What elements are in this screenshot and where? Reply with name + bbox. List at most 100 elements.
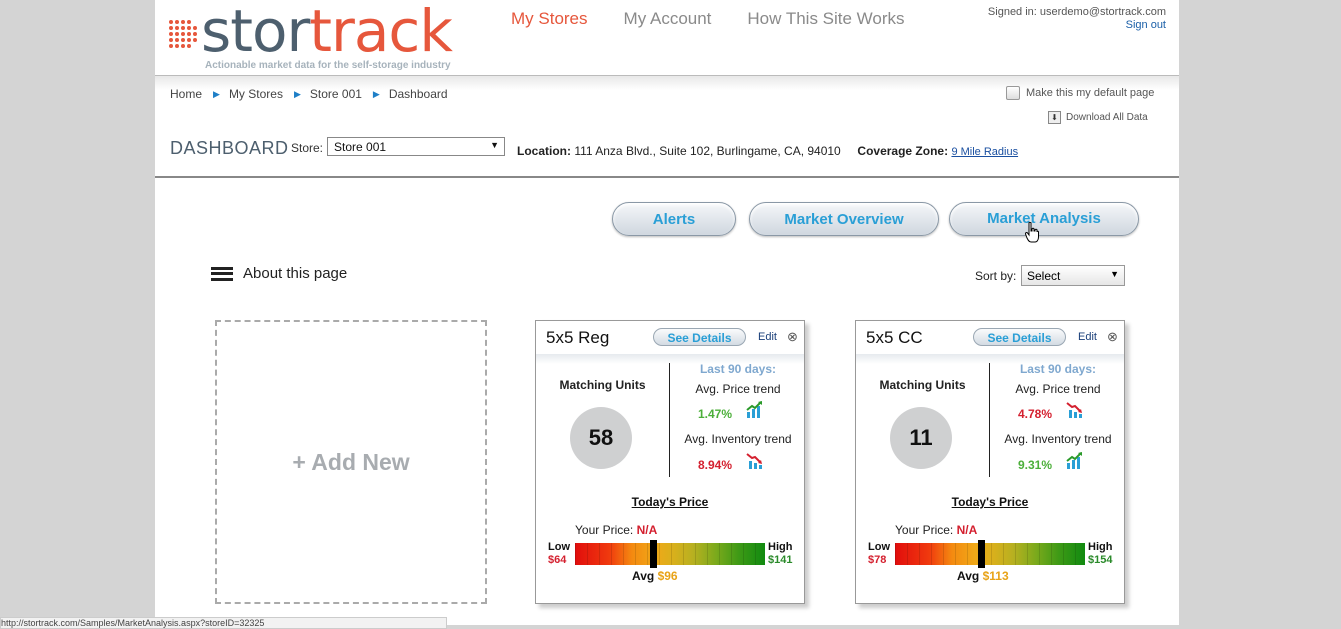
coverage-link[interactable]: 9 Mile Radius: [951, 146, 1018, 158]
avg-label: Avg: [957, 569, 980, 583]
page: stortrack Actionable market data for the…: [155, 0, 1179, 625]
status-bar-url: http://stortrack.com/Samples/MarketAnaly…: [0, 617, 447, 629]
price-trend-label: Avg. Price trend: [1015, 382, 1101, 396]
avg-price: Avg $113: [957, 569, 1009, 583]
last-90-days-label: Last 90 days:: [699, 362, 777, 376]
last-90-days-label: Last 90 days:: [1019, 362, 1097, 376]
price-range-bar: [895, 543, 1085, 565]
unit-card: 5x5 Reg See Details Edit ⊗ Matching Unit…: [535, 320, 805, 604]
tab-market-overview[interactable]: Market Overview: [749, 202, 939, 236]
store-select[interactable]: Store 001 ▼: [327, 137, 505, 156]
card-title: 5x5 Reg: [546, 328, 610, 347]
todays-price-label: Today's Price: [951, 495, 1029, 509]
breadcrumb-home[interactable]: Home: [170, 87, 202, 101]
download-all-data[interactable]: ⬇ Download All Data: [1048, 111, 1148, 124]
trend-up-icon: [746, 401, 762, 418]
your-price-value: N/A: [956, 523, 978, 537]
nav-my-stores[interactable]: My Stores: [511, 9, 588, 29]
logo-part2: track: [309, 0, 453, 65]
default-page-label: Make this my default page: [1026, 87, 1155, 99]
high-price: High $154: [1088, 541, 1112, 567]
download-label: Download All Data: [1066, 112, 1148, 123]
coverage-label: Coverage Zone:: [857, 144, 949, 158]
inventory-trend-label: Avg. Inventory trend: [684, 432, 792, 446]
about-this-page[interactable]: About this page: [211, 265, 347, 282]
menu-icon: [211, 266, 233, 281]
price-trend-value: 1.47%: [698, 407, 733, 421]
edit-link[interactable]: Edit: [758, 331, 777, 343]
store-label: Store:: [291, 141, 324, 155]
breadcrumb-dashboard: Dashboard: [388, 87, 448, 101]
hand-cursor-icon: [1025, 222, 1039, 243]
location-label: Location:: [517, 144, 571, 158]
sort-label: Sort by:: [975, 269, 1017, 283]
unit-card: 5x5 CC See Details Edit ⊗ Matching Units…: [855, 320, 1125, 604]
avg-label: Avg: [632, 569, 655, 583]
trend-down-icon: [746, 453, 762, 469]
matching-units-count: 11: [890, 407, 952, 469]
download-icon: ⬇: [1048, 111, 1061, 124]
low-price: Low $78: [868, 541, 890, 567]
matching-units-label: Matching Units: [559, 378, 646, 392]
card-header: 5x5 CC See Details Edit ⊗: [856, 321, 1124, 353]
your-price-label: Your Price:: [895, 523, 954, 537]
nav-how-this-site-works[interactable]: How This Site Works: [747, 9, 904, 29]
inventory-trend-value: 9.31%: [1018, 458, 1053, 472]
your-price-value: N/A: [636, 523, 658, 537]
matching-units-count: 58: [570, 407, 632, 469]
breadcrumb-arrow-icon: ▶: [293, 88, 301, 99]
breadcrumb-store[interactable]: Store 001: [310, 87, 362, 101]
avg-price: Avg $96: [632, 569, 678, 583]
default-page-checkbox[interactable]: [1006, 86, 1020, 100]
breadcrumb: Home ▶ My Stores ▶ Store 001 ▶ Dashboard: [170, 87, 448, 101]
low-label: Low: [548, 541, 570, 553]
price-trend-value: 4.78%: [1018, 407, 1053, 421]
about-label: About this page: [243, 265, 348, 282]
todays-price-label: Today's Price: [631, 495, 709, 509]
default-page-option: Make this my default page: [1006, 86, 1154, 100]
close-icon[interactable]: ⊗: [1107, 329, 1118, 345]
breadcrumb-arrow-icon: ▶: [372, 88, 380, 99]
signed-in-user: Signed in: userdemo@stortrack.com: [987, 6, 1166, 18]
tab-market-analysis[interactable]: Market Analysis: [949, 202, 1139, 236]
logo-part1: stor: [201, 0, 310, 65]
your-price: Your Price: N/A: [895, 523, 977, 537]
card-title: 5x5 CC: [866, 328, 923, 347]
high-value: $141: [768, 554, 793, 566]
price-marker: [978, 540, 985, 568]
sort-select-value: Select: [1027, 269, 1061, 283]
price-trend-label: Avg. Price trend: [695, 382, 781, 396]
low-price: Low $64: [548, 541, 570, 567]
logo-tagline: Actionable market data for the self-stor…: [205, 60, 451, 71]
tab-alerts[interactable]: Alerts: [612, 202, 736, 236]
dropdown-arrow-icon: ▼: [490, 140, 499, 150]
store-select-value: Store 001: [334, 140, 387, 154]
close-icon[interactable]: ⊗: [787, 329, 798, 345]
high-label: High: [1088, 541, 1113, 553]
low-value: $78: [868, 554, 887, 566]
low-value: $64: [548, 554, 567, 566]
main-nav: My Stores My Account How This Site Works: [511, 9, 905, 29]
see-details-button[interactable]: See Details: [973, 328, 1066, 346]
page-title: DASHBOARD: [170, 138, 289, 158]
nav-my-account[interactable]: My Account: [624, 9, 712, 29]
dropdown-arrow-icon: ▼: [1110, 269, 1119, 279]
low-label: Low: [868, 541, 890, 553]
add-new-card[interactable]: + Add New: [215, 320, 487, 604]
high-price: High $141: [768, 541, 792, 567]
breadcrumb-my-stores[interactable]: My Stores: [229, 87, 283, 101]
card-header: 5x5 Reg See Details Edit ⊗: [536, 321, 804, 353]
avg-value: $96: [657, 569, 678, 583]
edit-link[interactable]: Edit: [1078, 331, 1097, 343]
avg-value: $113: [982, 569, 1009, 583]
trend-down-icon: [1066, 402, 1082, 418]
inventory-trend-label: Avg. Inventory trend: [1004, 432, 1112, 446]
logo-wordmark: stortrack: [201, 0, 453, 65]
breadcrumb-arrow-icon: ▶: [213, 88, 220, 99]
sign-out-link[interactable]: Sign out: [1126, 19, 1166, 31]
inventory-trend-value: 8.94%: [698, 458, 733, 472]
signin-info: Signed in: userdemo@stortrack.com Sign o…: [988, 6, 1166, 32]
sort-select[interactable]: Select ▼: [1021, 265, 1125, 286]
section-divider: [155, 176, 1179, 178]
see-details-button[interactable]: See Details: [653, 328, 746, 346]
